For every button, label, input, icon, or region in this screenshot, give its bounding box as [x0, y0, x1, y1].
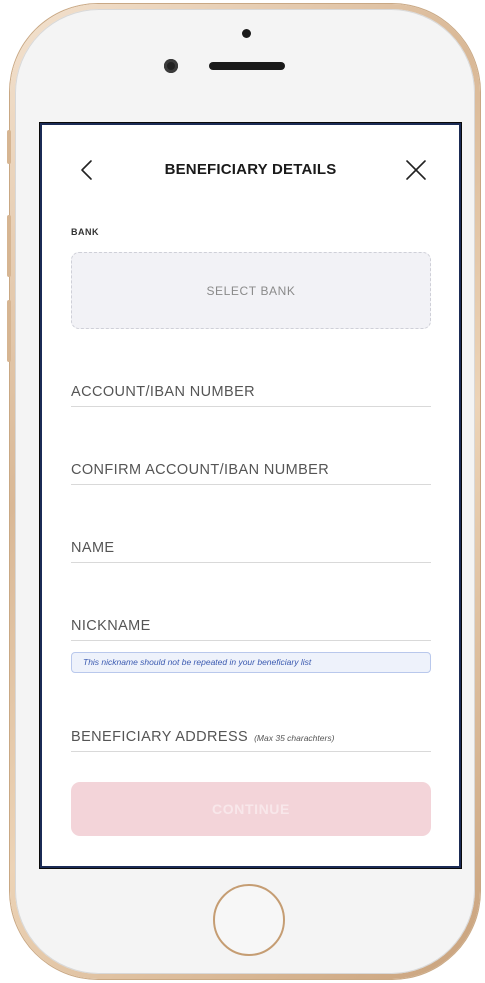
beneficiary-address-sublabel: (Max 35 charachters) — [254, 733, 335, 743]
name-label: NAME — [71, 540, 115, 556]
phone-volume-down — [7, 300, 11, 362]
app-screen: BENEFICIARY DETAILS BANK SELECT BANK ACC… — [40, 123, 461, 868]
continue-button[interactable]: CONTINUE — [71, 782, 431, 836]
bank-label: BANK — [71, 227, 99, 237]
close-button[interactable] — [404, 158, 428, 182]
close-icon — [406, 160, 426, 180]
page-title: BENEFICIARY DETAILS — [164, 161, 337, 178]
phone-volume-up — [7, 215, 11, 277]
beneficiary-address-field[interactable]: BENEFICIARY ADDRESS (Max 35 charachters) — [71, 726, 431, 752]
confirm-account-number-field[interactable]: CONFIRM ACCOUNT/IBAN NUMBER — [71, 459, 431, 485]
beneficiary-address-label-group: BENEFICIARY ADDRESS (Max 35 charachters) — [71, 729, 334, 745]
continue-label: CONTINUE — [212, 801, 290, 817]
account-number-label: ACCOUNT/IBAN NUMBER — [71, 384, 256, 400]
nickname-hint: This nickname should not be repeated in … — [71, 652, 431, 673]
beneficiary-address-label: BENEFICIARY ADDRESS — [71, 729, 249, 745]
account-number-field[interactable]: ACCOUNT/IBAN NUMBER — [71, 381, 431, 407]
phone-camera — [164, 59, 178, 73]
select-bank-label: SELECT BANK — [206, 283, 296, 298]
name-field[interactable]: NAME — [71, 537, 431, 563]
nickname-field[interactable]: NICKNAME — [71, 615, 431, 641]
phone-speaker — [209, 62, 285, 70]
phone-silent-switch — [7, 130, 11, 164]
nickname-label: NICKNAME — [71, 618, 151, 634]
phone-home-button[interactable] — [213, 884, 285, 956]
phone-sensor-dot — [242, 29, 251, 38]
select-bank-button[interactable]: SELECT BANK — [71, 252, 431, 329]
confirm-account-number-label: CONFIRM ACCOUNT/IBAN NUMBER — [71, 462, 330, 478]
